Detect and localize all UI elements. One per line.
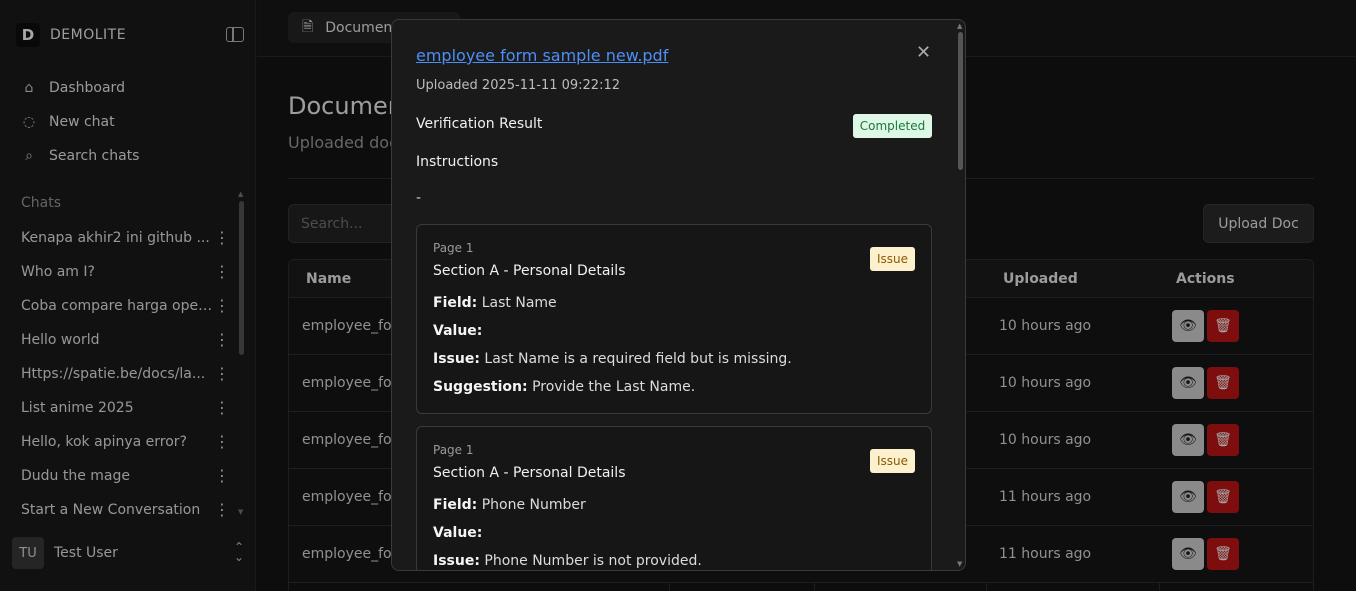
issue-line: Issue: Phone Number is not provided. (433, 553, 702, 569)
scroll-down-arrow[interactable]: ▼ (957, 560, 962, 568)
suggestion-text: Provide the Last Name. (532, 379, 696, 395)
issue-text: Last Name is a required field but is mis… (484, 351, 792, 367)
section-title: Section A - Personal Details (433, 263, 626, 279)
issue-card: Page 1 Section A - Personal Details Issu… (416, 426, 932, 570)
issue-card: Page 1 Section A - Personal Details Issu… (416, 224, 932, 414)
value-line: Value: (433, 323, 482, 339)
instructions-value: - (416, 190, 422, 206)
instructions-heading: Instructions (416, 154, 499, 170)
value-line: Value: (433, 525, 482, 541)
modal-scrollbar[interactable] (958, 32, 963, 170)
value-label: Value: (433, 323, 483, 339)
scroll-up-arrow[interactable]: ▲ (957, 22, 962, 30)
document-detail-modal: ▲ ▼ employee form sample new.pdf ✕ Uploa… (391, 19, 966, 571)
issue-badge: Issue (870, 247, 915, 271)
file-link[interactable]: employee form sample new.pdf (416, 46, 668, 65)
field-value: Phone Number (481, 497, 586, 513)
close-icon[interactable]: ✕ (916, 42, 931, 63)
issue-badge: Issue (870, 449, 915, 473)
field-label: Field: (433, 497, 478, 513)
field-value: Last Name (481, 295, 557, 311)
page-number: Page 1 (433, 241, 474, 255)
field-line: Field: Last Name (433, 295, 557, 311)
issue-line: Issue: Last Name is a required field but… (433, 351, 792, 367)
issue-text: Phone Number is not provided. (484, 553, 702, 569)
upload-timestamp: Uploaded 2025-11-11 09:22:12 (416, 78, 621, 93)
status-badge: Completed (853, 114, 932, 138)
field-line: Field: Phone Number (433, 497, 586, 513)
value-label: Value: (433, 525, 483, 541)
suggestion-label: Suggestion: (433, 379, 528, 395)
page-number: Page 1 (433, 443, 474, 457)
issue-label: Issue: (433, 351, 480, 367)
section-title: Section A - Personal Details (433, 465, 626, 481)
suggestion-line: Suggestion: Provide the Last Name. (433, 379, 695, 395)
issue-label: Issue: (433, 553, 480, 569)
verification-result-heading: Verification Result (416, 116, 543, 132)
field-label: Field: (433, 295, 478, 311)
